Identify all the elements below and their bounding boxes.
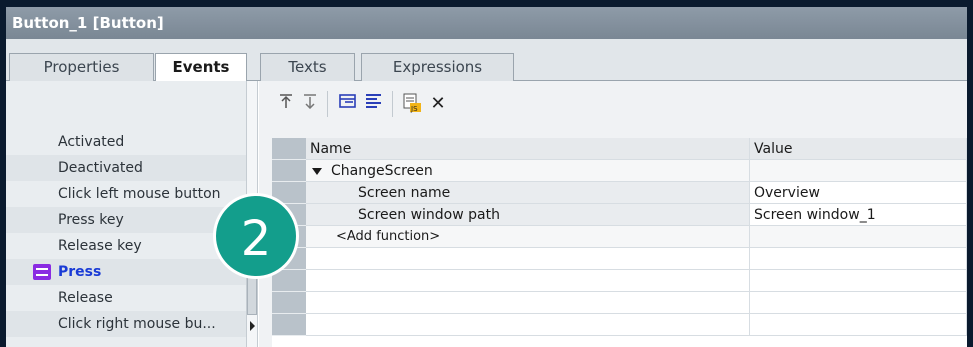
inspector-tabs: Properties Events Texts Expressions [6, 39, 967, 82]
empty-cell [750, 270, 967, 292]
event-item-press[interactable]: Press [6, 259, 248, 285]
event-item-click-left-mouse-button[interactable]: Click left mouse button [6, 181, 248, 207]
empty-cell [306, 270, 750, 292]
convert-to-script-icon[interactable]: JS [401, 93, 423, 115]
table-row-header [272, 138, 306, 160]
tab-expressions[interactable]: Expressions [361, 53, 514, 81]
empty-cell [750, 292, 967, 314]
event-item-press-key[interactable]: Press key [6, 207, 248, 233]
table-row-changescreen[interactable]: ChangeScreen [306, 160, 750, 182]
add-function-row[interactable]: <Add function> [306, 226, 750, 248]
inspector-title: Button_1 [Button] [6, 7, 967, 39]
event-item-click-right-mouse-button[interactable]: Click right mouse bu... [6, 311, 248, 337]
param-screen-window-path[interactable]: Screen window path [306, 204, 750, 226]
delete-icon[interactable]: ✕ [427, 93, 449, 115]
window-frame-right [967, 0, 973, 347]
scroll-grip[interactable] [247, 277, 257, 315]
function-list-icon [33, 264, 51, 280]
step-number-badge: 2 [213, 193, 299, 279]
empty-cell [750, 248, 967, 270]
window-frame-top [0, 0, 973, 7]
scroll-right-arrow-icon[interactable] [250, 321, 255, 331]
tab-events[interactable]: Events [155, 53, 247, 82]
empty-cell [306, 314, 750, 336]
expand-arrow-icon[interactable] [312, 167, 322, 175]
param-screen-window-path-value[interactable]: Screen window_1 [750, 204, 967, 226]
tab-texts[interactable]: Texts [260, 53, 355, 81]
tab-properties[interactable]: Properties [9, 53, 154, 81]
event-item-release-key[interactable]: Release key [6, 233, 248, 259]
svg-text:JS: JS [410, 105, 418, 113]
event-item-deactivated[interactable]: Deactivated [6, 155, 248, 181]
empty-cell [750, 314, 967, 336]
collapse-all-icon[interactable] [337, 93, 359, 115]
table-row-header [272, 292, 306, 314]
function-toolbar: JS ✕ [259, 81, 967, 127]
column-header-value[interactable]: Value [750, 138, 967, 160]
event-item-activated[interactable]: Activated [6, 129, 248, 155]
event-list: Activated Deactivated Click left mouse b… [6, 81, 248, 347]
move-down-icon[interactable] [299, 93, 321, 115]
param-screen-name[interactable]: Screen name [306, 182, 750, 204]
function-name: ChangeScreen [331, 163, 433, 179]
event-item-release[interactable]: Release [6, 285, 248, 311]
table-cell-value[interactable] [750, 160, 967, 182]
function-table: Name Value ChangeScreen Screen name Over… [272, 138, 967, 347]
table-row-header [272, 314, 306, 336]
table-cell-value[interactable] [750, 226, 967, 248]
event-item-press-label: Press [58, 264, 102, 280]
event-list-header [6, 81, 248, 129]
function-list-pane: JS ✕ Name Value ChangeScreen Screen name… [259, 81, 967, 347]
column-header-name[interactable]: Name [306, 138, 750, 160]
table-row-header[interactable] [272, 160, 306, 182]
move-up-icon[interactable] [275, 93, 297, 115]
expand-all-icon[interactable] [363, 93, 385, 115]
empty-cell [306, 248, 750, 270]
toolbar-separator [327, 91, 328, 117]
empty-cell [306, 292, 750, 314]
toolbar-separator [392, 91, 393, 117]
param-screen-name-value[interactable]: Overview [750, 182, 967, 204]
